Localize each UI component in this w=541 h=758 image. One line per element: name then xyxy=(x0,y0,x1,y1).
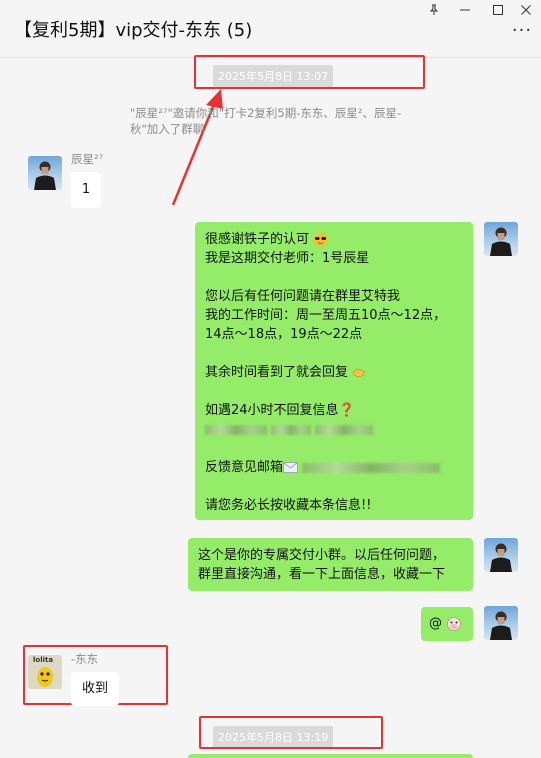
message-line xyxy=(205,268,463,287)
sender-name: 辰星²⁷ xyxy=(71,152,104,166)
more-icon[interactable]: ··· xyxy=(511,22,533,42)
avatar[interactable] xyxy=(28,156,62,190)
highlight-box xyxy=(199,716,383,749)
message-line: 群里直接沟通，看一下上面信息，收藏一下 xyxy=(198,567,446,582)
redacted-text xyxy=(302,462,441,473)
cool-face-icon xyxy=(313,232,328,247)
minimize-icon[interactable] xyxy=(452,1,478,19)
question-mark-icon: ❓ xyxy=(338,403,355,418)
redacted-text xyxy=(315,424,374,435)
message-bubble[interactable]: 1 xyxy=(71,172,101,208)
envelope-icon xyxy=(283,462,298,473)
sender-name: -东东 xyxy=(71,652,99,666)
arrow-annotation xyxy=(171,89,223,206)
message-line xyxy=(205,344,463,363)
message-line: 这个是你的专属交付小群。以后任何问题， xyxy=(198,548,446,563)
avatar[interactable] xyxy=(484,606,518,640)
avatar[interactable] xyxy=(484,222,518,256)
avatar[interactable]: lolita xyxy=(28,655,62,689)
message-line xyxy=(205,382,463,401)
redacted-text xyxy=(205,424,267,435)
person-icon xyxy=(490,543,512,572)
chat-header: 【复利5期】vip交付-东东 (5) ··· xyxy=(0,0,541,58)
message-bubble[interactable]: 这个是你的专属交付小群。以后任何问题， 群里直接沟通，看一下上面信息，收藏一下 xyxy=(188,538,473,591)
message-line: 您以后有任何问题请在群里艾特我 xyxy=(205,289,401,304)
mention-text: @ xyxy=(429,616,442,631)
message-bubble[interactable]: 很感谢铁子的认可 我是这期交付老师：1号辰星 您以后有任何问题请在群里艾特我 我… xyxy=(195,222,473,520)
message-line xyxy=(205,477,463,496)
message-bubble[interactable]: @ xyxy=(421,607,473,641)
message-bubble-partial[interactable] xyxy=(188,754,473,758)
message-line: 很感谢铁子的认可 xyxy=(205,230,463,249)
message-line: 我是这期交付老师：1号辰星 xyxy=(205,251,370,266)
redacted-text xyxy=(271,424,312,435)
message-text: 收到 xyxy=(81,681,108,696)
message-line: 其余时间看到了就会回复 xyxy=(205,363,463,382)
avatar[interactable] xyxy=(484,538,518,572)
maximize-icon[interactable] xyxy=(485,1,511,19)
chat-title: 【复利5期】vip交付-东东 (5) xyxy=(14,20,253,41)
close-icon[interactable] xyxy=(513,1,539,19)
message-line: 反馈意见邮箱 xyxy=(205,458,463,477)
message-line: 请您务必长按收藏本条信息!! xyxy=(205,498,372,513)
highlight-box xyxy=(194,55,425,89)
message-line: 如遇24小时不回复信息❓ xyxy=(205,403,355,418)
person-icon xyxy=(490,227,512,256)
message-bubble[interactable]: 收到 xyxy=(71,672,119,706)
blurred-line xyxy=(205,420,463,439)
person-icon xyxy=(490,611,512,640)
handshake-icon xyxy=(352,368,366,378)
system-message: "辰星²⁷"邀请你和"打卡2复利5期-东东、辰星²、辰星-秋"加入了群聊 xyxy=(130,106,402,136)
message-line: 14点～18点，19点～22点 xyxy=(205,327,363,342)
message-line xyxy=(205,439,463,458)
avatar-caption: lolita xyxy=(33,656,54,664)
person-icon xyxy=(34,161,56,190)
cow-face-icon xyxy=(447,616,461,631)
pin-icon[interactable] xyxy=(421,1,447,19)
message-line: 我的工作时间：周一至周五10点～12点， xyxy=(205,308,447,323)
message-text: 1 xyxy=(81,182,91,197)
